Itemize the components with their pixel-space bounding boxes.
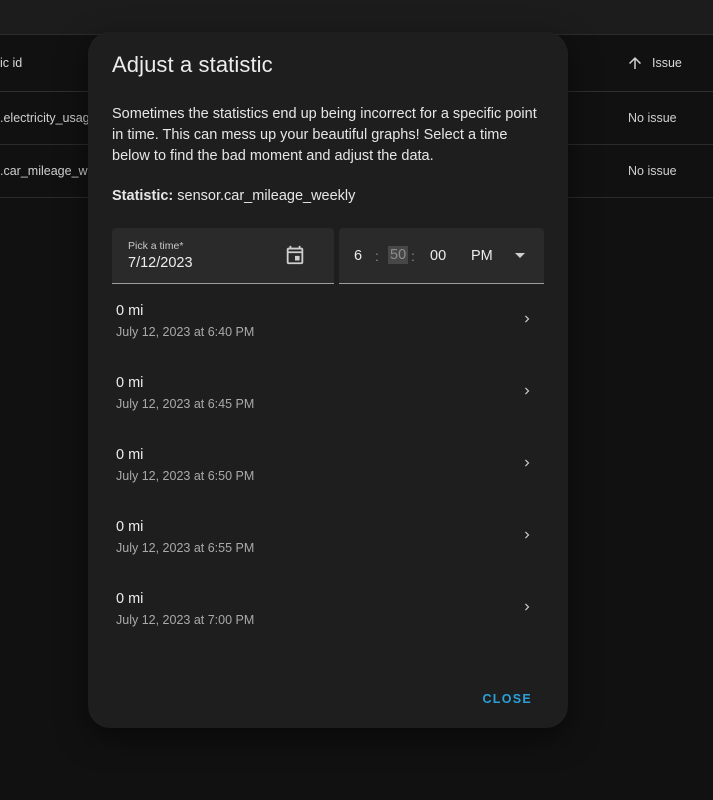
entry-value: 0 mi: [116, 519, 144, 535]
row-statistic-id: .car_mileage_w: [0, 164, 88, 178]
entry-time: July 12, 2023 at 6:50 PM: [116, 469, 255, 483]
date-picker-field[interactable]: Pick a time* 7/12/2023: [112, 228, 334, 284]
chevron-right-icon: [525, 531, 530, 539]
list-item[interactable]: 0 mi July 12, 2023 at 7:00 PM: [100, 572, 556, 644]
row-issue: No issue: [628, 111, 677, 125]
time-ampm-select[interactable]: PM: [471, 248, 493, 264]
close-button[interactable]: CLOSE: [482, 692, 532, 706]
time-minute-input[interactable]: 50: [388, 246, 409, 264]
list-item[interactable]: 0 mi July 12, 2023 at 6:45 PM: [100, 356, 556, 428]
chevron-right-icon: [525, 387, 530, 395]
column-header-issue-label: Issue: [652, 56, 682, 70]
column-header-statistic-id[interactable]: ic id: [0, 56, 22, 70]
time-hour-input[interactable]: 6: [354, 248, 362, 264]
time-separator: :: [411, 248, 415, 264]
entry-time: July 12, 2023 at 6:45 PM: [116, 397, 255, 411]
dialog-description: Sometimes the statistics end up being in…: [112, 106, 537, 164]
time-separator: :: [375, 248, 379, 264]
list-item[interactable]: 0 mi July 12, 2023 at 6:55 PM: [100, 500, 556, 572]
adjust-statistic-dialog: Adjust a statistic Sometimes the statist…: [88, 32, 568, 728]
entry-time: July 12, 2023 at 6:40 PM: [116, 325, 255, 339]
entry-time: July 12, 2023 at 6:55 PM: [116, 541, 255, 555]
chevron-right-icon: [525, 603, 530, 611]
chevron-right-icon: [525, 315, 530, 323]
entry-value: 0 mi: [116, 447, 144, 463]
time-picker-field[interactable]: 6 : 50 : 00 PM: [339, 228, 544, 284]
statistic-entries-list: 0 mi July 12, 2023 at 6:40 PM 0 mi July …: [100, 284, 556, 644]
entry-time: July 12, 2023 at 7:00 PM: [116, 613, 255, 627]
list-item[interactable]: 0 mi July 12, 2023 at 6:40 PM: [100, 284, 556, 356]
entry-value: 0 mi: [116, 591, 144, 607]
row-statistic-id: .electricity_usag: [0, 111, 90, 125]
statistic-value: sensor.car_mileage_weekly: [177, 188, 356, 204]
date-field-label: Pick a time*: [128, 240, 184, 252]
list-item[interactable]: 0 mi July 12, 2023 at 6:50 PM: [100, 428, 556, 500]
date-field-value: 7/12/2023: [128, 255, 193, 271]
statistic-label: Statistic:: [112, 188, 174, 204]
arrow-up-icon: [629, 57, 641, 69]
caret-down-icon[interactable]: [515, 253, 525, 258]
entry-value: 0 mi: [116, 303, 144, 319]
time-second-input[interactable]: 00: [430, 248, 446, 264]
column-header-issue[interactable]: Issue: [626, 54, 682, 72]
statistic-line: Statistic: sensor.car_mileage_weekly: [112, 188, 355, 204]
dialog-title: Adjust a statistic: [112, 52, 273, 77]
top-app-bar: [0, 0, 713, 35]
calendar-icon[interactable]: [284, 244, 306, 266]
row-issue: No issue: [628, 164, 677, 178]
chevron-right-icon: [525, 459, 530, 467]
entry-value: 0 mi: [116, 375, 144, 391]
